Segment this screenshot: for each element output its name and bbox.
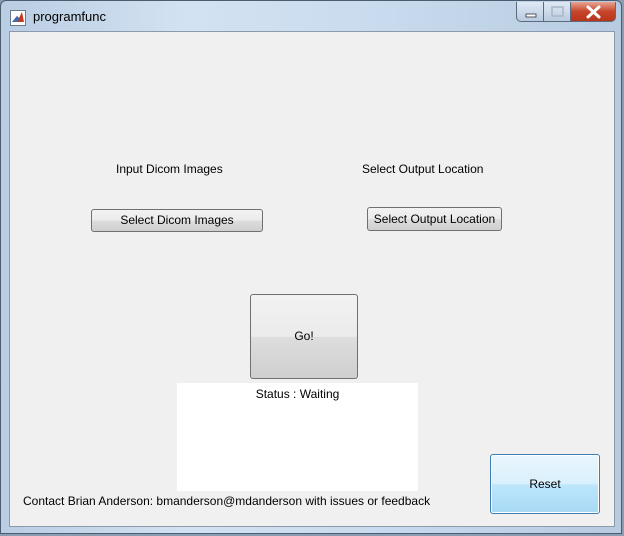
title-bar[interactable]: programfunc — [1, 1, 621, 31]
contact-label: Contact Brian Anderson: bmanderson@mdand… — [23, 494, 431, 508]
status-text: Status : Waiting — [255, 387, 340, 401]
window-title: programfunc — [33, 9, 106, 24]
go-button[interactable]: Go! — [250, 294, 358, 379]
select-dicom-images-button[interactable]: Select Dicom Images — [91, 209, 263, 232]
close-button[interactable] — [571, 2, 616, 22]
status-panel: Status : Waiting — [177, 383, 418, 491]
reset-button[interactable]: Reset — [490, 454, 600, 514]
figure-panel: Input Dicom Images Select Output Locatio… — [9, 31, 615, 527]
minimize-icon — [525, 13, 537, 18]
app-window: programfunc Input Dicom Images Select Ou… — [0, 0, 622, 534]
maximize-button[interactable] — [544, 2, 571, 22]
matlab-icon[interactable] — [10, 10, 26, 26]
output-location-label: Select Output Location — [362, 162, 484, 176]
minimize-button[interactable] — [516, 2, 544, 22]
select-output-location-button[interactable]: Select Output Location — [367, 207, 502, 231]
maximize-icon — [551, 6, 564, 17]
close-icon — [586, 5, 601, 19]
input-dicom-label: Input Dicom Images — [116, 162, 223, 176]
